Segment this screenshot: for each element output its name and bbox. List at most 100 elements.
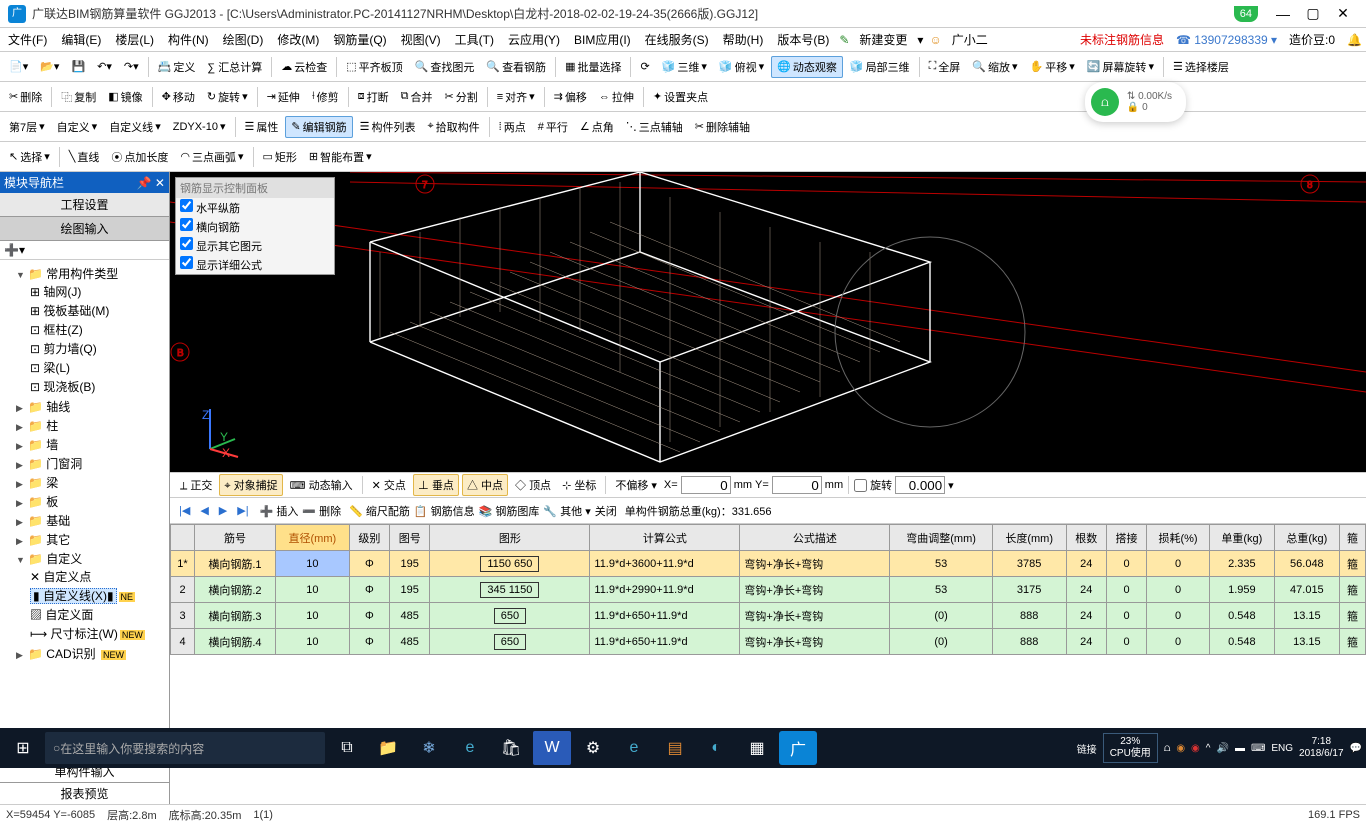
- local-3d-button[interactable]: 🧊 局部三维: [845, 57, 915, 77]
- prev-icon[interactable]: ◀: [197, 504, 211, 517]
- taskbar-search[interactable]: ○ 在这里输入你要搜索的内容: [45, 732, 325, 764]
- find-element-button[interactable]: 🔍 查找图元: [410, 57, 480, 77]
- cloud-check-button[interactable]: ☁ 云检查: [276, 57, 332, 77]
- menu-modify[interactable]: 修改(M): [273, 29, 323, 50]
- pick-button[interactable]: ⌖ 拾取构件: [422, 117, 484, 137]
- ie-icon[interactable]: e: [615, 731, 653, 765]
- point-angle-button[interactable]: ∠ 点角: [575, 117, 619, 137]
- tab-report-preview[interactable]: 报表预览: [0, 782, 169, 804]
- tray-battery-icon[interactable]: ▬: [1235, 743, 1245, 754]
- perp-snap[interactable]: ⊥ 垂点: [413, 474, 459, 496]
- next-icon[interactable]: ▶: [216, 504, 230, 517]
- vertex-snap[interactable]: ◇ 顶点: [511, 475, 555, 495]
- tray-lang[interactable]: ENG: [1271, 743, 1293, 754]
- grip-button[interactable]: ✦ 设置夹点: [648, 87, 713, 107]
- three-point-aux-button[interactable]: ⋱ 三点辅轴: [621, 117, 688, 137]
- menu-edit[interactable]: 编辑(E): [57, 29, 105, 50]
- tray-expand-icon[interactable]: ^: [1206, 743, 1211, 754]
- code-selector[interactable]: ZDYX-10 ▾: [168, 118, 231, 135]
- align-top-button[interactable]: ⬚ 平齐板顶: [341, 57, 407, 77]
- store-icon[interactable]: 🛍: [492, 731, 530, 765]
- user-label[interactable]: 广小二: [948, 29, 992, 50]
- close-button[interactable]: ✕: [1328, 5, 1358, 22]
- app-icon-6[interactable]: 广: [779, 731, 817, 765]
- delete-button[interactable]: ✂ 删除: [4, 87, 47, 107]
- offset-button[interactable]: ⇉ 偏移: [549, 87, 592, 107]
- word-icon[interactable]: W: [533, 731, 571, 765]
- clock[interactable]: 7:182018/6/17: [1299, 736, 1344, 760]
- tab-draw-input[interactable]: 绘图输入: [0, 217, 169, 241]
- edge-icon[interactable]: e: [451, 731, 489, 765]
- category-selector[interactable]: 自定义 ▾: [52, 117, 103, 137]
- rebar-library-button[interactable]: 📚 钢筋图库: [479, 503, 540, 519]
- open-icon[interactable]: 📂▾: [35, 58, 64, 75]
- 3d-button[interactable]: 🧊 三维 ▾: [657, 57, 712, 77]
- fullscreen-button[interactable]: ⛶ 全屏: [924, 57, 966, 77]
- split-button[interactable]: ✂ 分割: [440, 87, 483, 107]
- coord-snap[interactable]: ⊹ 坐标: [558, 475, 600, 495]
- two-point-button[interactable]: ⁞ 两点: [494, 117, 531, 137]
- rebar-display-panel[interactable]: 钢筋显示控制面板 水平纵筋 横向钢筋 显示其它图元 显示详细公式: [175, 177, 335, 275]
- delete-aux-button[interactable]: ✂ 删除辅轴: [690, 117, 755, 137]
- trim-button[interactable]: ⟊ 修剪: [307, 87, 344, 107]
- start-button[interactable]: ⊞: [4, 731, 42, 765]
- copy-button[interactable]: ⿻ 复制: [56, 87, 101, 107]
- arc-button[interactable]: ◠ 三点画弧 ▾: [175, 147, 248, 167]
- define-button[interactable]: 📇 定义: [153, 57, 201, 77]
- pan-button[interactable]: ✋ 平移 ▾: [1025, 57, 1080, 77]
- link-label[interactable]: 链接: [1077, 741, 1097, 756]
- save-icon[interactable]: 💾: [66, 58, 90, 75]
- zoom-button[interactable]: 🔍 缩放 ▾: [967, 57, 1022, 77]
- notification-icon[interactable]: 💬: [1350, 743, 1362, 754]
- select-button[interactable]: ↖ 选择 ▾: [4, 147, 55, 167]
- top-view-button[interactable]: 🧊 俯视 ▾: [714, 57, 769, 77]
- table-insert-button[interactable]: ➕ 插入: [260, 503, 299, 519]
- table-row[interactable]: 4横向钢筋.410Φ48565011.9*d+650+11.9*d弯钩+净长+弯…: [171, 629, 1366, 655]
- mirror-button[interactable]: ◧ 镜像: [103, 87, 147, 107]
- 3d-viewport[interactable]: 7 8 B: [170, 172, 1366, 472]
- stretch-button[interactable]: ⇔ 拉伸: [594, 87, 639, 107]
- parallel-button[interactable]: # 平行: [533, 117, 573, 137]
- point-length-button[interactable]: ⦿ 点加长度: [106, 147, 173, 167]
- y-input[interactable]: [772, 476, 822, 494]
- app-icon-2[interactable]: ❄: [410, 731, 448, 765]
- x-input[interactable]: [681, 476, 731, 494]
- new-icon[interactable]: 📄▾: [4, 58, 33, 75]
- cpu-usage[interactable]: 23%CPU使用: [1103, 733, 1158, 763]
- tray-ime-icon[interactable]: ⌨: [1251, 743, 1265, 754]
- no-offset-button[interactable]: 不偏移 ▾: [611, 475, 661, 495]
- menu-online[interactable]: 在线服务(S): [641, 29, 713, 50]
- phone-label[interactable]: ☎ 13907298339 ▾: [1176, 33, 1277, 47]
- table-delete-button[interactable]: ➖ 删除: [302, 503, 341, 519]
- tab-project-settings[interactable]: 工程设置: [0, 193, 169, 217]
- rotate-check[interactable]: [854, 479, 867, 492]
- smart-layout-button[interactable]: ⊞ 智能布置 ▾: [304, 147, 377, 167]
- menu-file[interactable]: 文件(F): [4, 29, 51, 50]
- settings-icon[interactable]: ⚙: [574, 731, 612, 765]
- undo-icon[interactable]: ↶▾: [92, 58, 117, 75]
- table-other-button[interactable]: 🔧 其他 ▾: [543, 503, 590, 519]
- redo-icon[interactable]: ↷▾: [119, 58, 144, 75]
- menu-version[interactable]: 版本号(B): [773, 29, 833, 50]
- menu-help[interactable]: 帮助(H): [719, 29, 768, 50]
- minimize-button[interactable]: —: [1268, 6, 1298, 22]
- app-icon-5[interactable]: ▦: [738, 731, 776, 765]
- component-list-button[interactable]: ☰ 构件列表: [355, 117, 421, 137]
- rect-button[interactable]: ▭ 矩形: [258, 147, 302, 167]
- table-row[interactable]: 1*横向钢筋.110Φ1951150 65011.9*d+3600+11.9*d…: [171, 551, 1366, 577]
- tray-volume-icon[interactable]: 🔊: [1216, 743, 1228, 754]
- intersect-snap[interactable]: ✕ 交点: [368, 475, 410, 495]
- orbit-button[interactable]: 🌐 动态观察: [771, 56, 843, 78]
- table-row[interactable]: 3横向钢筋.310Φ48565011.9*d+650+11.9*d弯钩+净长+弯…: [171, 603, 1366, 629]
- extend-button[interactable]: ⇥ 延伸: [262, 87, 305, 107]
- rotate-button[interactable]: ↻ 旋转 ▾: [202, 87, 253, 107]
- ortho-button[interactable]: ⟂ 正交: [176, 475, 216, 495]
- scale-rebar-button[interactable]: 📏 缩尺配筋: [349, 503, 410, 519]
- component-tree[interactable]: 📁 常用构件类型 ⊞ 轴网(J) ⊞ 筏板基础(M) ⊡ 框柱(Z) ⊡ 剪力墙…: [0, 260, 169, 760]
- merge-button[interactable]: ⧉ 合并: [396, 87, 438, 107]
- menu-tool[interactable]: 工具(T): [451, 29, 498, 50]
- menu-bim[interactable]: BIM应用(I): [570, 29, 635, 50]
- tray-icon[interactable]: ◉: [1191, 743, 1200, 754]
- first-icon[interactable]: |◀: [176, 504, 193, 517]
- osnap-button[interactable]: ⌖ 对象捕捉: [219, 474, 282, 496]
